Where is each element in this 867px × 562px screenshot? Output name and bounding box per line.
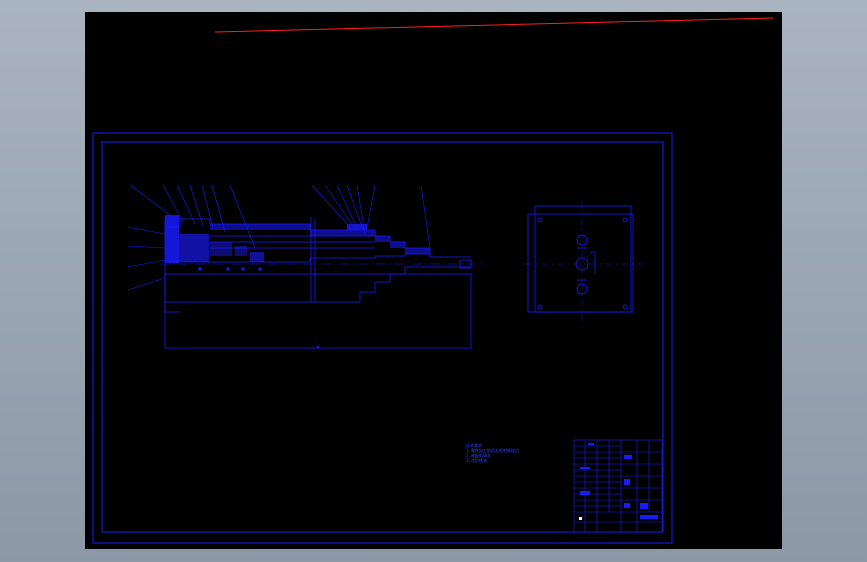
inner-frame	[101, 141, 664, 533]
side-view	[525, 202, 645, 322]
technical-notes: 技术要求 1.零件加工前须去毛刺倒锐边 2.装配前清洗 3.涂防锈油	[466, 443, 519, 463]
cad-drawing-canvas[interactable]: 技术要求 1.零件加工前须去毛刺倒锐边 2.装配前清洗 3.涂防锈油	[85, 12, 782, 549]
section-view	[164, 217, 472, 349]
technical-note-line-3: 3.涂防锈油	[466, 458, 487, 463]
engineering-drawing	[92, 17, 774, 544]
red-guide-line	[214, 17, 774, 33]
balloon-dots	[198, 267, 320, 349]
title-block-marks	[579, 443, 658, 520]
